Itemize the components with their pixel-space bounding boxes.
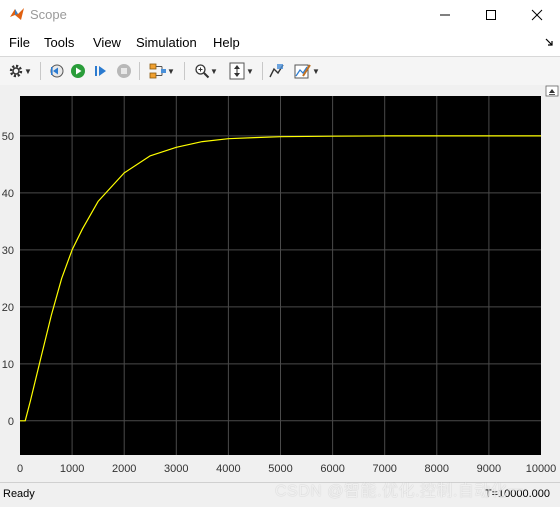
x-tick-label: 2000 [112, 463, 136, 475]
minimize-button[interactable] [422, 0, 468, 30]
close-icon [531, 9, 543, 21]
y-tick-label: 40 [2, 188, 14, 200]
x-tick-label: 0 [17, 463, 23, 475]
cursor-measure-icon [269, 64, 284, 78]
title-bar: Scope [0, 0, 560, 30]
toolbar: ▼ ▼ ▼ ▼ ▼ [0, 56, 560, 86]
autoscale-button[interactable]: ▼ [224, 61, 258, 81]
step-forward-icon [95, 66, 106, 76]
scope-plot[interactable]: 0 1000 2000 3000 4000 5000 6000 7000 8000 9000 100… [0, 85, 560, 482]
menu-view[interactable]: View [93, 35, 121, 50]
menu-simulation[interactable]: Simulation [136, 35, 197, 50]
status-text: Ready [3, 488, 35, 500]
x-tick-label: 10000 [526, 463, 557, 475]
layout-icon [149, 63, 167, 79]
plot-panel: 0 1000 2000 3000 4000 5000 6000 7000 8000 9000 100… [0, 85, 560, 482]
x-tick-label: 7000 [372, 463, 396, 475]
minimize-icon [440, 14, 450, 16]
maximize-button[interactable] [468, 0, 514, 30]
y-tick-label: 0 [8, 416, 14, 428]
run-button[interactable] [68, 61, 88, 81]
layout-button[interactable]: ▼ [145, 61, 179, 81]
settings-button[interactable]: ▼ [4, 61, 36, 81]
x-tick-label: 8000 [425, 463, 449, 475]
gear-icon [9, 64, 23, 78]
watermark: CSDN @智能.优化.控制.自动化一 [275, 483, 524, 500]
chevron-down-icon: ▼ [24, 66, 32, 76]
y-tick-label: 50 [2, 131, 14, 143]
toolbar-separator [184, 62, 185, 80]
menu-bar: File Tools View Simulation Help [0, 30, 560, 56]
matlab-scope-icon [10, 8, 24, 20]
y-tick-label: 10 [2, 359, 14, 371]
maximize-icon [486, 10, 496, 20]
x-tick-label: 5000 [268, 463, 292, 475]
x-tick-label: 9000 [477, 463, 501, 475]
step-forward-button[interactable] [91, 61, 111, 81]
y-tick-label: 30 [2, 245, 14, 257]
chevron-down-icon: ▼ [167, 66, 175, 76]
y-tick-label: 20 [2, 302, 14, 314]
x-tick-label: 6000 [320, 463, 344, 475]
x-tick-label: 3000 [164, 463, 188, 475]
toolbar-separator [139, 62, 140, 80]
zoom-icon [195, 64, 210, 79]
stop-icon [117, 64, 131, 78]
window-title: Scope [30, 7, 67, 22]
autoscale-icon [229, 62, 245, 80]
menu-tools[interactable]: Tools [44, 35, 74, 50]
chevron-down-icon: ▼ [246, 66, 254, 76]
menu-file[interactable]: File [9, 35, 30, 50]
toolbar-separator [262, 62, 263, 80]
toolbar-separator [40, 62, 41, 80]
stop-button[interactable] [114, 61, 134, 81]
dock-arrow-icon[interactable] [544, 37, 554, 47]
chevron-down-icon: ▼ [312, 66, 320, 76]
zoom-button[interactable]: ▼ [190, 61, 222, 81]
run-icon [71, 64, 85, 78]
edit-style-button[interactable]: ▼ [290, 61, 324, 81]
x-tick-label: 1000 [60, 463, 84, 475]
cursor-measure-button[interactable] [267, 61, 287, 81]
x-tick-label: 4000 [216, 463, 240, 475]
edit-style-icon [294, 64, 311, 79]
close-button[interactable] [514, 0, 560, 30]
chevron-down-icon: ▼ [210, 66, 218, 76]
menu-help[interactable]: Help [213, 35, 240, 50]
step-back-button[interactable] [46, 61, 66, 81]
step-back-icon [50, 64, 64, 78]
